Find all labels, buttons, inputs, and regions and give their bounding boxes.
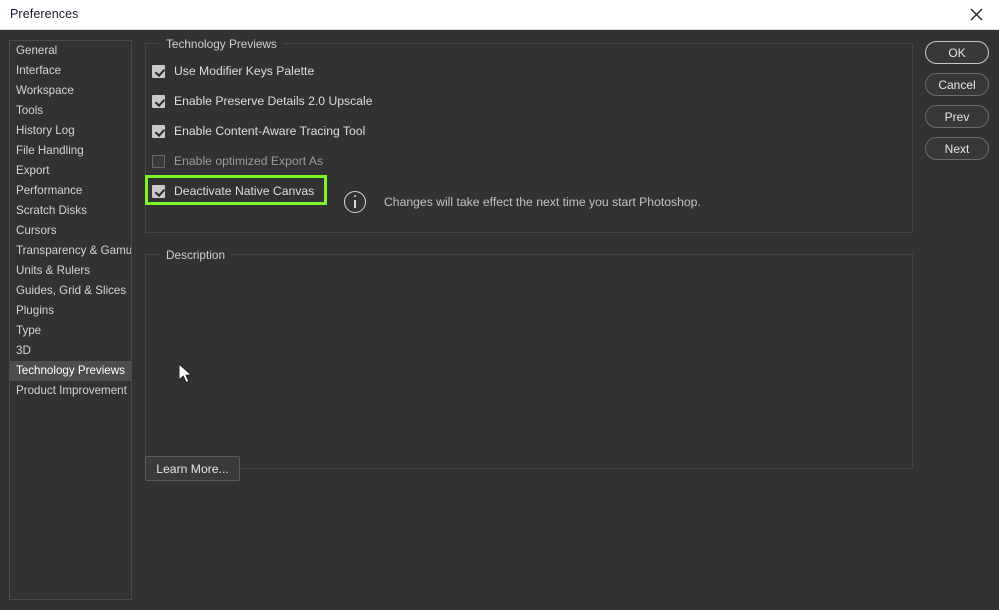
sidebar-item-performance[interactable]: Performance: [10, 181, 131, 201]
sidebar-item-type[interactable]: Type: [10, 321, 131, 341]
ok-button[interactable]: OK: [925, 41, 989, 64]
title-bar: Preferences: [0, 0, 999, 30]
checkbox-label: Deactivate Native Canvas: [174, 184, 315, 198]
restart-note: Changes will take effect the next time y…: [344, 191, 701, 213]
sidebar-item-label: Export: [16, 164, 50, 177]
sidebar-item-cursors[interactable]: Cursors: [10, 221, 131, 241]
description-body: [146, 255, 912, 283]
close-button[interactable]: [953, 0, 999, 29]
checkbox-row-use-modifier-keys-palette[interactable]: Use Modifier Keys Palette: [152, 60, 314, 82]
button-label: OK: [948, 45, 966, 60]
restart-note-text: Changes will take effect the next time y…: [384, 195, 701, 209]
sidebar-item-transparency-gamut[interactable]: Transparency & Gamut: [10, 241, 131, 261]
sidebar-item-workspace[interactable]: Workspace: [10, 81, 131, 101]
sidebar-item-label: General: [16, 44, 58, 57]
sidebar-item-product-improvement[interactable]: Product Improvement: [10, 381, 131, 401]
description-group: Description: [145, 248, 913, 469]
learn-more-button[interactable]: Learn More...: [145, 456, 240, 481]
dialog-action-buttons: OK Cancel Prev Next: [925, 41, 989, 169]
sidebar-item-label: History Log: [16, 124, 75, 137]
window-title: Preferences: [10, 7, 79, 21]
sidebar-item-plugins[interactable]: Plugins: [10, 301, 131, 321]
sidebar-item-scratch-disks[interactable]: Scratch Disks: [10, 201, 131, 221]
sidebar-item-label: File Handling: [16, 144, 84, 157]
category-list[interactable]: General Interface Workspace Tools History Lo…: [9, 40, 132, 600]
sidebar-item-label: Interface: [16, 64, 62, 77]
checkbox-label: Enable Preserve Details 2.0 Upscale: [174, 94, 373, 108]
sidebar-item-general[interactable]: General: [10, 41, 131, 61]
button-label: Prev: [944, 109, 970, 124]
sidebar-item-label: Plugins: [16, 304, 55, 317]
preferences-dialog: Preferences General Interface Workspace Too…: [0, 0, 999, 610]
sidebar-item-label: Scratch Disks: [16, 204, 87, 217]
sidebar-item-label: Performance: [16, 184, 83, 197]
sidebar-item-interface[interactable]: Interface: [10, 61, 131, 81]
sidebar-item-3d[interactable]: 3D: [10, 341, 131, 361]
technology-previews-group-title: Technology Previews: [160, 37, 283, 51]
sidebar-item-tools[interactable]: Tools: [10, 101, 131, 121]
button-label: Next: [944, 141, 970, 156]
sidebar-item-label: Product Improvement: [16, 384, 127, 397]
checkbox-checked-icon[interactable]: [152, 184, 165, 198]
checkbox-label: Enable optimized Export As: [174, 154, 324, 168]
sidebar-item-label: Workspace: [16, 84, 74, 97]
close-icon: [970, 8, 983, 21]
checkbox-unchecked-icon[interactable]: [152, 154, 165, 168]
cancel-button[interactable]: Cancel: [925, 73, 989, 96]
checkbox-checked-icon[interactable]: [152, 124, 165, 138]
checkbox-checked-icon[interactable]: [152, 94, 165, 108]
sidebar-item-history-log[interactable]: History Log: [10, 121, 131, 141]
sidebar-item-label: 3D: [16, 344, 31, 357]
sidebar-item-label: Tools: [16, 104, 44, 117]
sidebar-item-label: Guides, Grid & Slices: [16, 284, 127, 297]
description-group-title: Description: [160, 248, 232, 262]
checkbox-label: Use Modifier Keys Palette: [174, 64, 315, 78]
checkbox-row-enable-preserve-details-2-0-upscale[interactable]: Enable Preserve Details 2.0 Upscale: [152, 90, 373, 112]
sidebar-item-technology-previews[interactable]: Technology Previews: [10, 361, 131, 381]
technology-previews-group: Technology Previews Use Modifier Keys Pa…: [145, 37, 913, 233]
info-icon: [344, 191, 366, 213]
sidebar-item-label: Technology Previews: [16, 364, 125, 377]
next-button[interactable]: Next: [925, 137, 989, 160]
checkbox-row-enable-optimized-export-as[interactable]: Enable optimized Export As: [152, 150, 323, 172]
prev-button[interactable]: Prev: [925, 105, 989, 128]
checkbox-label: Enable Content-Aware Tracing Tool: [174, 124, 366, 138]
checkbox-row-enable-content-aware-tracing-tool[interactable]: Enable Content-Aware Tracing Tool: [152, 120, 365, 142]
sidebar-item-file-handling[interactable]: File Handling: [10, 141, 131, 161]
sidebar-item-export[interactable]: Export: [10, 161, 131, 181]
checkbox-checked-icon[interactable]: [152, 64, 165, 78]
sidebar-item-label: Transparency & Gamut: [16, 244, 132, 257]
sidebar-item-units-rulers[interactable]: Units & Rulers: [10, 261, 131, 281]
checkbox-row-deactivate-native-canvas[interactable]: Deactivate Native Canvas: [152, 180, 314, 202]
sidebar-item-label: Units & Rulers: [16, 264, 91, 277]
sidebar-item-guides-grid-slices[interactable]: Guides, Grid & Slices: [10, 281, 131, 301]
sidebar-item-label: Type: [16, 324, 42, 337]
sidebar-item-label: Cursors: [16, 224, 57, 237]
button-label: Cancel: [938, 77, 976, 92]
